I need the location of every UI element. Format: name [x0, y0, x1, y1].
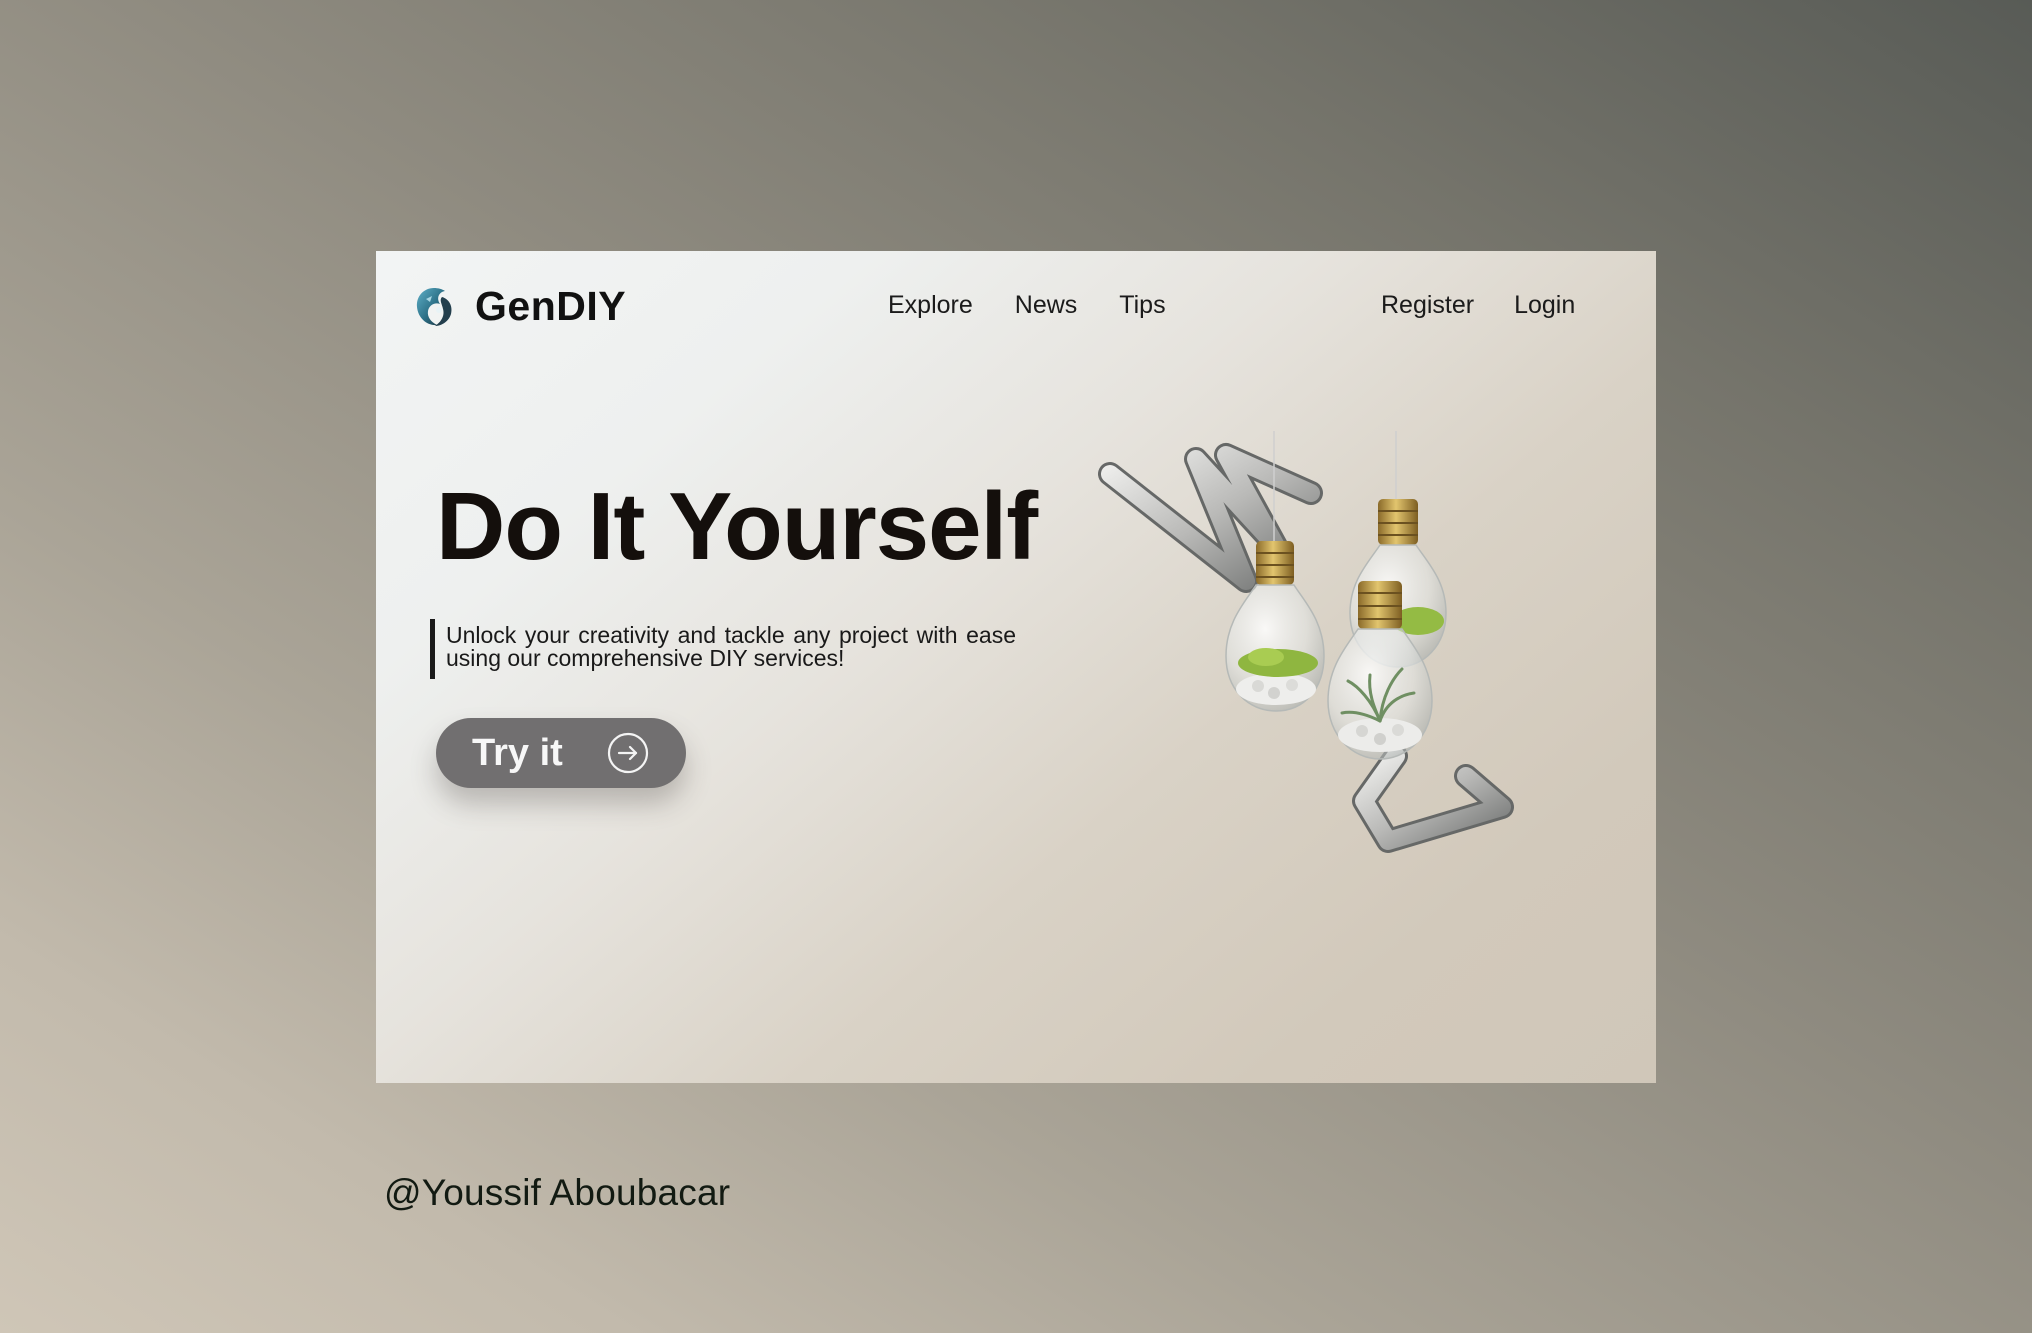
register-link[interactable]: Register [1381, 287, 1474, 323]
login-link[interactable]: Login [1514, 287, 1575, 323]
description-accent-bar [430, 619, 435, 679]
auth-links: Register Login [1381, 287, 1575, 323]
brand-name: GenDIY [475, 283, 627, 329]
hero-description: Unlock your creativity and tackle any pr… [446, 622, 1016, 671]
nav-link-tips[interactable]: Tips [1119, 287, 1165, 323]
lightbulb-terrarium-image [1098, 431, 1514, 853]
main-nav: Explore News Tips [888, 287, 1166, 323]
hero-title: Do It Yourself [436, 473, 1038, 580]
nav-link-explore[interactable]: Explore [888, 287, 973, 323]
dragon-logo-icon [416, 287, 452, 326]
try-it-label: Try it [472, 731, 563, 774]
arrow-right-circle-icon [607, 732, 649, 774]
brand-logo[interactable]: GenDIY [412, 283, 626, 330]
author-credit: @Youssif Aboubacar [384, 1172, 731, 1213]
nav-link-news[interactable]: News [1015, 287, 1078, 323]
landing-page-card: GenDIY Explore News Tips Register Login … [376, 251, 1656, 1083]
try-it-button[interactable]: Try it [436, 718, 686, 788]
